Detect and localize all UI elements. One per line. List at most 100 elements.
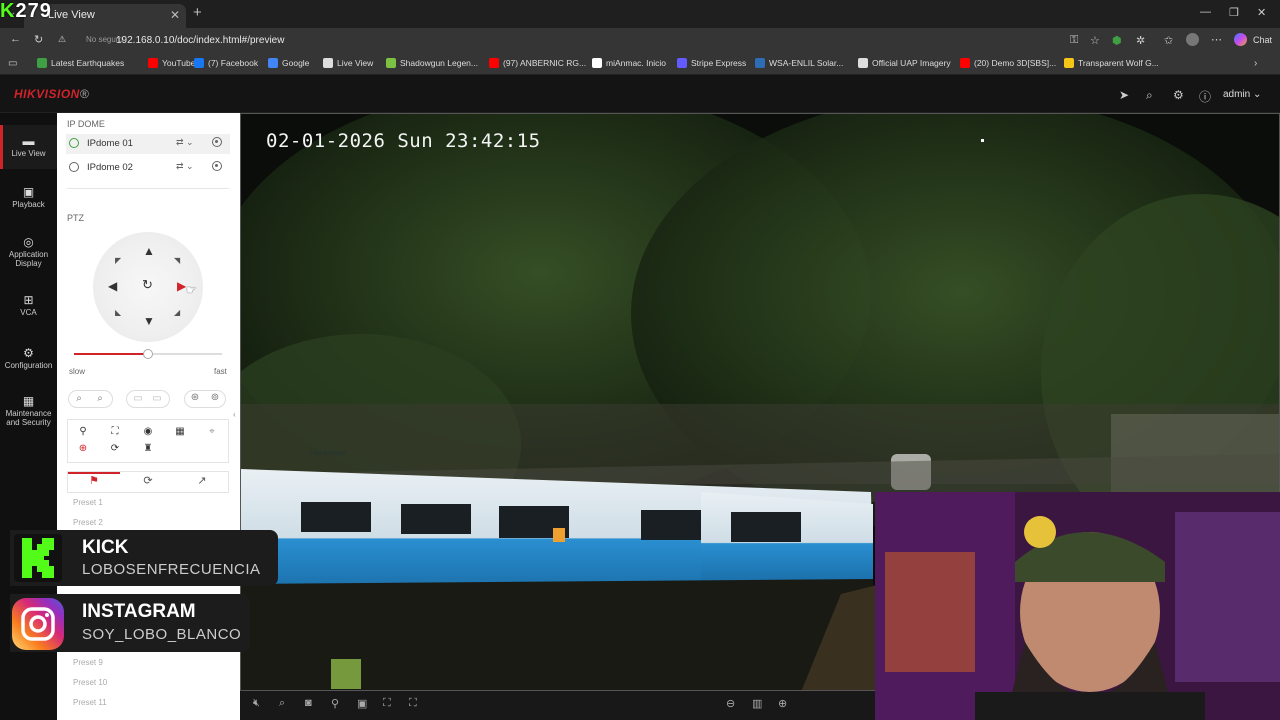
speed-slider-handle[interactable] — [143, 349, 153, 359]
ptz-down-icon[interactable]: ▼ — [143, 315, 155, 327]
more-bookmarks-icon[interactable]: › — [1254, 58, 1257, 69]
menu-call-icon[interactable]: ⟳ — [107, 443, 123, 454]
preset-item[interactable]: Preset 10 — [73, 678, 107, 687]
favorites-icon[interactable]: ✩ — [1164, 34, 1173, 47]
bookmark-item[interactable]: YouTube — [148, 58, 195, 68]
new-tab-button[interactable]: + — [193, 4, 202, 21]
bookmark-item[interactable]: Google — [268, 58, 309, 68]
stop-icon[interactable]: ▥ — [752, 697, 762, 710]
chat-button[interactable]: Chat — [1253, 35, 1272, 45]
tab-patrol[interactable]: ⟳ — [122, 474, 174, 494]
bookmark-favicon-icon — [592, 58, 602, 68]
bookmark-item[interactable]: (97) ANBERNIC RG... — [489, 58, 586, 68]
close-tab-icon[interactable]: ✕ — [170, 8, 180, 22]
preset-item[interactable]: Preset 11 — [73, 698, 107, 707]
profile-avatar[interactable] — [1186, 33, 1199, 46]
search-icon[interactable]: ⌕ — [1146, 88, 1153, 103]
focus-near-icon[interactable]: ▭ — [130, 393, 146, 404]
wiper-icon[interactable]: ◉ — [140, 426, 156, 437]
preset-item[interactable]: Preset 2 — [73, 518, 103, 527]
snapshot-icon[interactable]: ◙ — [305, 697, 312, 709]
send-icon[interactable]: ➤ — [1119, 88, 1129, 102]
bookmark-item[interactable]: (20) Demo 3D[SBS]... — [960, 58, 1056, 68]
stream-select-icon[interactable]: ⇄ ⌄ — [176, 137, 194, 148]
nav-configuration[interactable]: ⚙ Configuration — [0, 347, 57, 370]
bookmark-item[interactable]: Latest Earthquakes — [37, 58, 124, 68]
zoom-area-icon[interactable]: ⊕ — [75, 443, 91, 454]
record-icon[interactable] — [212, 161, 222, 171]
light-icon[interactable]: ⚲ — [75, 426, 91, 437]
ptz-up-left-icon[interactable]: ◤ — [115, 255, 121, 267]
minimize-icon[interactable]: — — [1200, 6, 1211, 18]
bookmark-item[interactable]: Official UAP Imagery — [858, 58, 951, 68]
bookmark-item[interactable]: Live View — [323, 58, 373, 68]
more-menu-icon[interactable]: ⋯ — [1211, 33, 1222, 46]
next-icon[interactable]: ⊕ — [778, 697, 787, 710]
key-icon[interactable]: ⚿ — [1070, 34, 1078, 47]
back-icon[interactable]: ← — [10, 33, 21, 45]
preset-item[interactable]: Preset 9 — [73, 658, 103, 667]
maximize-icon[interactable]: ❐ — [1229, 6, 1239, 19]
zoom-in-icon[interactable]: ⌕ — [92, 393, 108, 404]
bookmark-item[interactable]: (7) Facebook — [194, 58, 258, 68]
kick-username: LOBOSENFRECUENCIA — [82, 561, 261, 578]
record-clip-icon[interactable]: ▣ — [357, 697, 367, 710]
bookmark-item[interactable]: Shadowgun Legen... — [386, 58, 478, 68]
zoom-out-icon[interactable]: ⌕ — [71, 393, 87, 404]
ptz-up-right-icon[interactable]: ◥ — [174, 255, 180, 267]
grid-icon[interactable]: ▦ — [172, 426, 188, 437]
bookmark-item[interactable]: miAnmac. Inicio — [592, 58, 666, 68]
sidebar-toggle-icon[interactable]: ▭ — [8, 58, 17, 69]
fullscreen-icon[interactable]: ⛶ — [409, 697, 417, 710]
ptz-auto-scan-icon[interactable]: ↻ — [142, 278, 153, 291]
shield-extension-icon[interactable]: ⬢ — [1112, 34, 1122, 47]
url-input[interactable]: 192.168.0.10/doc/index.html#/preview — [116, 35, 284, 46]
ptz-down-left-icon[interactable]: ◣ — [115, 307, 121, 319]
ptz-left-icon[interactable]: ◀ — [108, 280, 117, 292]
preset-item[interactable]: Preset 1 — [73, 498, 103, 507]
mute-icon[interactable]: 🔇︎ — [253, 697, 260, 710]
previous-icon[interactable]: ⊖ — [726, 697, 735, 710]
lens-init-icon[interactable]: ⌖ — [204, 426, 220, 437]
capture-area-icon[interactable]: ⛶ — [107, 426, 123, 437]
iris-open-icon[interactable]: ⊛ — [187, 392, 203, 403]
record-icon[interactable] — [212, 137, 222, 147]
camera-item[interactable]: IPdome 01 ⇄ ⌄ — [66, 134, 230, 154]
ptz-down-right-icon[interactable]: ◢ — [174, 307, 180, 319]
bookmark-favicon-icon — [37, 58, 47, 68]
nav-application-display[interactable]: ◎ Application Display — [0, 236, 57, 268]
nav-vca[interactable]: ⊞ VCA — [0, 294, 57, 317]
bookmark-favicon-icon — [268, 58, 278, 68]
iris-close-icon[interactable]: ⊚ — [207, 392, 223, 403]
help-icon[interactable]: ⓘ — [1199, 88, 1211, 105]
copilot-icon[interactable] — [1234, 33, 1247, 46]
tab-pattern[interactable]: ↗ — [176, 474, 228, 494]
warning-icon[interactable]: ⚠ — [58, 34, 66, 45]
ptz-up-icon[interactable]: ▲ — [143, 245, 155, 257]
extensions-icon[interactable]: ✲ — [1136, 34, 1145, 47]
bookmark-item[interactable]: Transparent Wolf G... — [1064, 58, 1159, 68]
region-icon[interactable]: ⛶ — [383, 697, 391, 710]
bookmark-label: Official UAP Imagery — [872, 58, 951, 68]
bookmark-item[interactable]: WSA-ENLIL Solar... — [755, 58, 843, 68]
tab-preset[interactable]: ⚑ — [68, 472, 120, 492]
ptz-right-icon[interactable]: ▶ — [177, 280, 186, 292]
nav-maintenance[interactable]: ▦ Maintenance and Security — [0, 395, 57, 427]
manual-track-icon[interactable]: ♜ — [140, 443, 156, 454]
user-menu[interactable]: admin ⌄ — [1223, 89, 1261, 100]
camera-item[interactable]: IPdome 02 ⇄ ⌄ — [66, 158, 230, 178]
close-window-icon[interactable]: ✕ — [1257, 6, 1266, 19]
tools-icon[interactable]: ⚙ — [1173, 88, 1184, 102]
digital-zoom-icon[interactable]: ⌕ — [279, 697, 285, 710]
collapse-panel-icon[interactable]: ‹ — [233, 410, 236, 419]
reload-icon[interactable]: ↻ — [34, 33, 43, 46]
focus-far-icon[interactable]: ▭ — [149, 393, 165, 404]
microphone-icon[interactable]: ⚲ — [331, 697, 339, 710]
nav-playback[interactable]: ▣ Playback — [0, 186, 57, 209]
stream-select-icon[interactable]: ⇄ ⌄ — [176, 161, 194, 172]
star-icon[interactable]: ☆ — [1090, 34, 1100, 47]
nav-live-view[interactable]: ▬ Live View — [0, 125, 57, 169]
kick-title: KICK — [82, 537, 129, 558]
camera-group-label: IP DOME — [67, 119, 105, 129]
bookmark-item[interactable]: Stripe Express — [677, 58, 746, 68]
